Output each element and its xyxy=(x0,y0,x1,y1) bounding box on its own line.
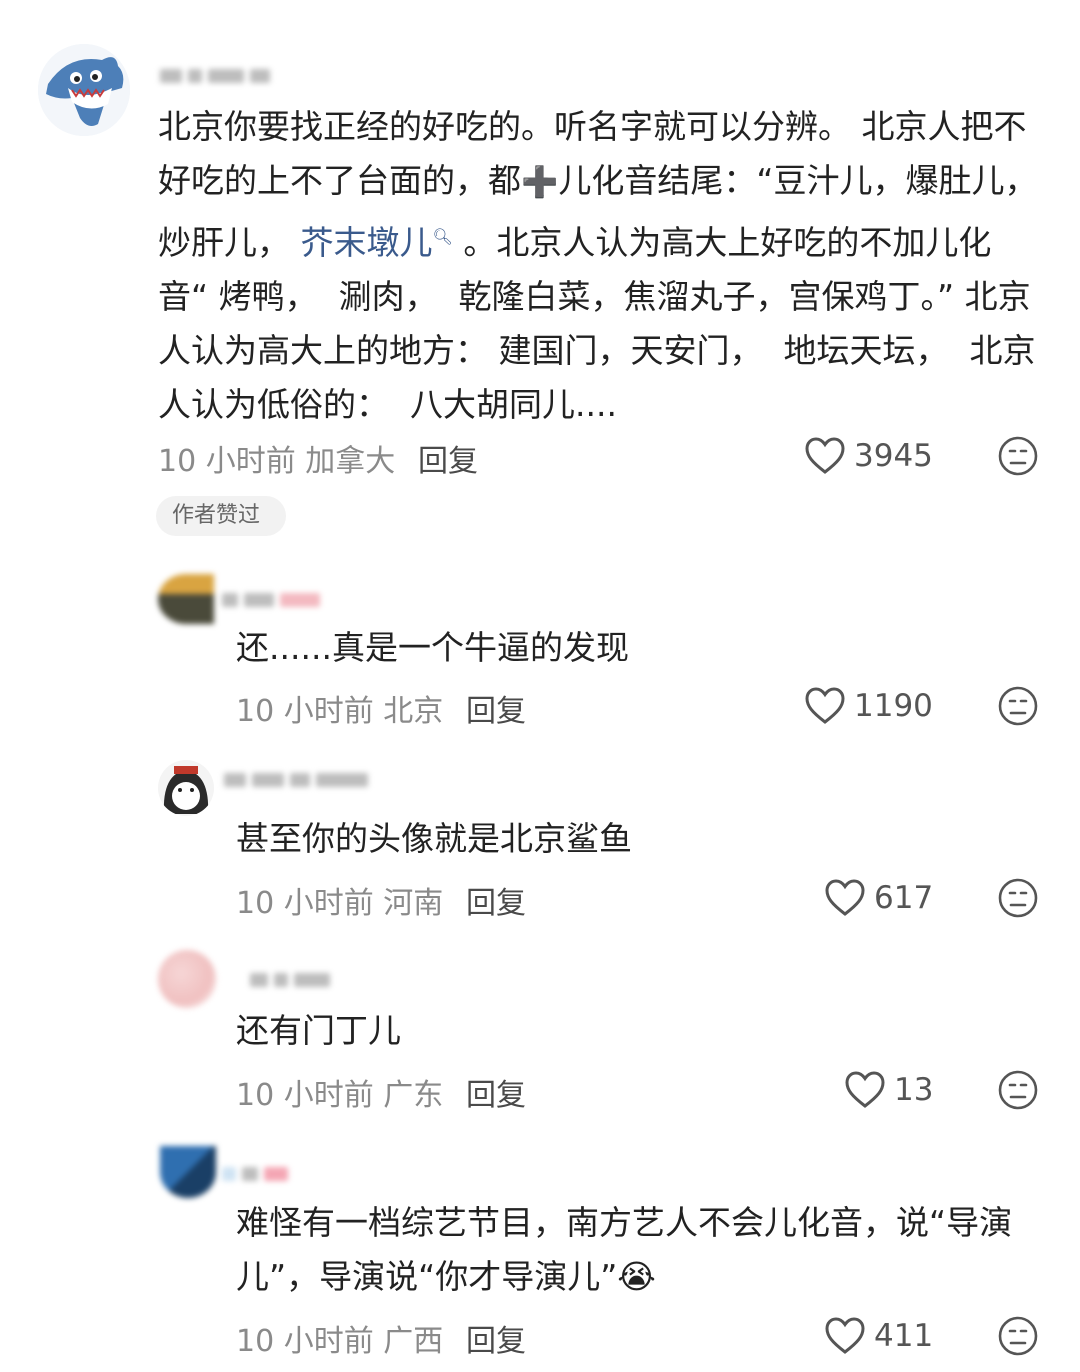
like-count: 617 xyxy=(874,880,934,916)
crying-emoji: 😭 xyxy=(617,1257,656,1296)
like-count: 13 xyxy=(894,1072,934,1108)
reply-author-name[interactable] xyxy=(222,1166,294,1185)
like-count: 3945 xyxy=(854,438,933,474)
like-count: 411 xyxy=(874,1318,934,1354)
reply-button[interactable]: 回复 xyxy=(466,878,526,922)
reply-meta: 10 小时前 广东 xyxy=(236,1078,444,1113)
search-link[interactable]: 芥末墩儿🔍︎ xyxy=(301,223,453,262)
like-button[interactable]: 13 xyxy=(844,1070,933,1110)
reply-text: 还有门丁儿 xyxy=(236,1011,401,1050)
like-count: 1190 xyxy=(854,688,933,724)
reply-button[interactable]: 回复 xyxy=(466,686,526,730)
reply-text: 还......真是一个牛逼的发现 xyxy=(236,628,629,667)
author-liked-badge: 作者赞过 xyxy=(156,496,286,536)
comment-text: 北京你要找正经的好吃的。听名字就可以分辨。 北京人把不好吃的上不了台面的，都➕儿… xyxy=(158,107,1038,424)
shark-avatar-icon xyxy=(38,44,130,136)
like-button[interactable]: 3945 xyxy=(804,436,933,476)
heart-outline-icon xyxy=(805,687,845,724)
author-name[interactable] xyxy=(160,68,276,87)
heart-outline-icon xyxy=(825,879,865,916)
comment-meta: 10 小时前 加拿大 xyxy=(158,436,395,480)
like-button[interactable]: 411 xyxy=(824,1316,933,1356)
meh-face-icon[interactable] xyxy=(998,686,1038,726)
avatar[interactable] xyxy=(160,1146,216,1198)
like-button[interactable]: 1190 xyxy=(804,686,933,726)
avatar[interactable] xyxy=(158,574,214,624)
heart-outline-icon xyxy=(825,1317,865,1354)
reply-button[interactable]: 回复 xyxy=(418,436,478,480)
reply-button[interactable]: 回复 xyxy=(466,1070,526,1114)
author-avatar[interactable] xyxy=(38,44,130,136)
meh-face-icon[interactable] xyxy=(998,878,1038,918)
reply-text: 难怪有一档综艺节目，南方艺人不会儿化音，说“导演儿”，导演说“你才导演儿”😭 xyxy=(236,1203,1013,1296)
like-button[interactable]: 617 xyxy=(824,878,933,918)
cat-avatar-icon xyxy=(163,766,209,814)
reply-author-name[interactable] xyxy=(250,972,336,991)
meh-face-icon[interactable] xyxy=(998,436,1038,476)
avatar[interactable] xyxy=(158,760,214,816)
plus-icon: ➕ xyxy=(521,165,559,200)
reply-text: 甚至你的头像就是北京鲨鱼 xyxy=(236,819,632,858)
reply-button[interactable]: 回复 xyxy=(466,1316,526,1360)
search-icon: 🔍︎ xyxy=(432,227,453,246)
reply-meta: 10 小时前 河南 xyxy=(236,886,444,921)
reply-author-name[interactable] xyxy=(222,592,326,611)
heart-outline-icon xyxy=(805,437,845,474)
heart-outline-icon xyxy=(845,1071,885,1108)
comment-location: 加拿大 xyxy=(305,444,396,479)
reply-meta: 10 小时前 北京 xyxy=(236,694,444,729)
meh-face-icon[interactable] xyxy=(998,1316,1038,1356)
reply-meta: 10 小时前 广西 xyxy=(236,1324,444,1359)
comment-time: 10 小时前 xyxy=(158,444,296,479)
meh-face-icon[interactable] xyxy=(998,1070,1038,1110)
reply-author-name[interactable] xyxy=(224,772,374,791)
avatar[interactable] xyxy=(158,950,216,1008)
